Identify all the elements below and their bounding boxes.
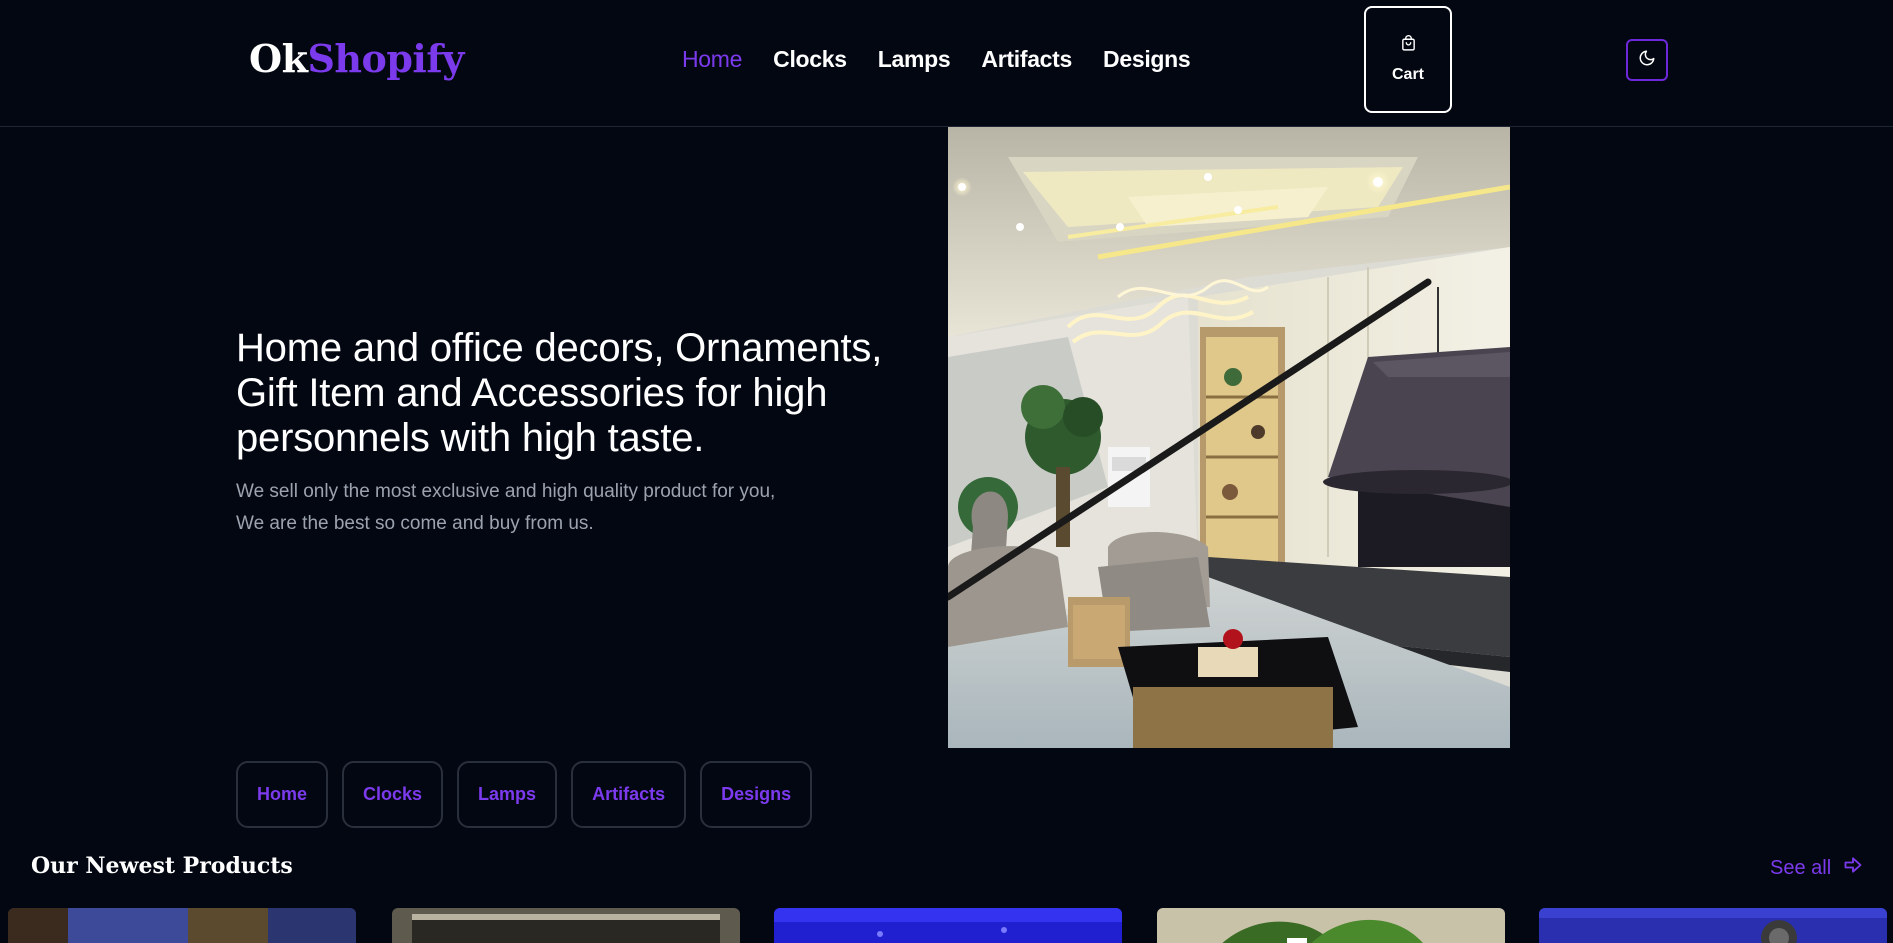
cart-label: Cart <box>1391 66 1424 83</box>
shopping-bag-icon <box>1400 35 1417 57</box>
main-nav: Home Clocks Lamps Artifacts Designs <box>682 46 1191 73</box>
hero-title: Home and office decors, Ornaments, Gift … <box>236 326 883 460</box>
category-pills: Home Clocks Lamps Artifacts Designs <box>236 761 813 828</box>
nav-home[interactable]: Home <box>682 46 742 73</box>
nav-artifacts[interactable]: Artifacts <box>981 46 1072 73</box>
site-header: OkShopify Home Clocks Lamps Artifacts De… <box>0 0 1893 127</box>
brand-logo[interactable]: OkShopify <box>249 36 464 81</box>
hero-image-living-room <box>948 127 1510 748</box>
moon-icon <box>1638 49 1656 72</box>
arrow-right-icon <box>1843 855 1863 881</box>
brand-logo-part1: Ok <box>249 36 308 81</box>
theme-toggle-button[interactable] <box>1626 39 1668 81</box>
nav-designs[interactable]: Designs <box>1103 46 1191 73</box>
category-pill-clocks[interactable]: Clocks <box>342 761 444 828</box>
nav-lamps[interactable]: Lamps <box>878 46 951 73</box>
page: OkShopify Home Clocks Lamps Artifacts De… <box>0 0 1893 943</box>
category-pill-designs[interactable]: Designs <box>700 761 813 828</box>
hero-subtitle-line2: We are the best so come and buy from us. <box>236 513 594 534</box>
cart-button[interactable]: Cart <box>1364 6 1452 113</box>
hero-subtitle: We sell only the most exclusive and high… <box>236 476 856 540</box>
hero-subtitle-line1: We sell only the most exclusive and high… <box>236 481 776 502</box>
product-card[interactable] <box>1539 908 1887 943</box>
category-pill-home[interactable]: Home <box>236 761 329 828</box>
see-all-label: See all <box>1770 856 1832 879</box>
nav-clocks[interactable]: Clocks <box>773 46 847 73</box>
product-card[interactable] <box>774 908 1122 943</box>
product-card[interactable] <box>8 908 356 943</box>
product-cards-row <box>8 908 1888 943</box>
product-card[interactable] <box>392 908 740 943</box>
newest-products-title: Our Newest Products <box>31 853 293 879</box>
category-pill-lamps[interactable]: Lamps <box>457 761 558 828</box>
product-card[interactable] <box>1157 908 1505 943</box>
category-pill-artifacts[interactable]: Artifacts <box>571 761 687 828</box>
see-all-link[interactable]: See all <box>1770 855 1863 881</box>
brand-logo-part2: Shopify <box>307 36 464 81</box>
